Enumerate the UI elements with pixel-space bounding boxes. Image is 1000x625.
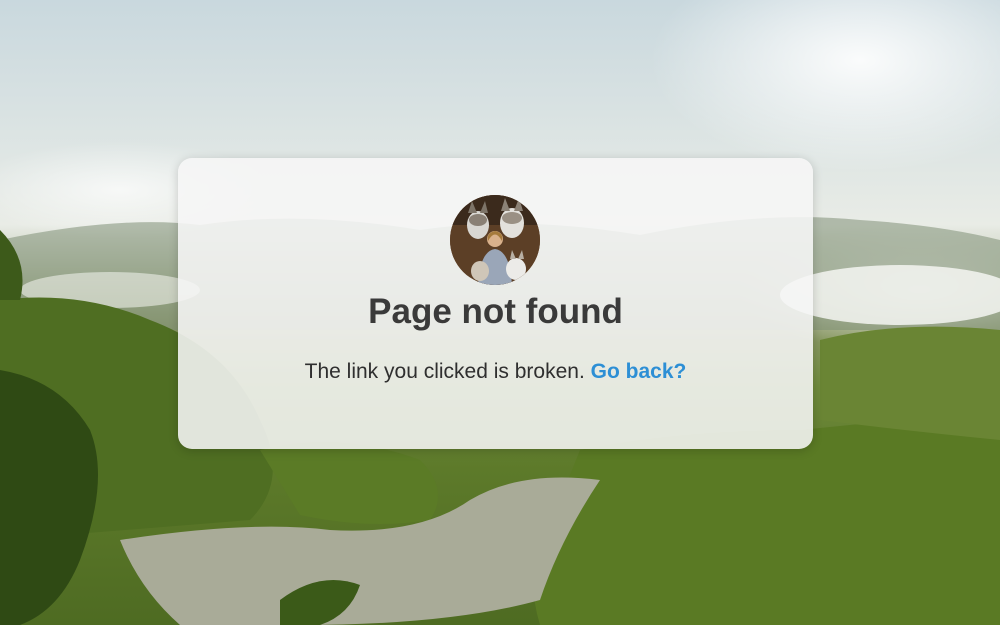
go-back-link[interactable]: Go back?: [591, 360, 687, 383]
avatar-photo-icon: [450, 195, 540, 285]
error-message-text: The link you clicked is broken.: [304, 360, 585, 383]
error-message: The link you clicked is broken. Go back?: [178, 360, 813, 384]
error-page: Page not found The link you clicked is b…: [0, 0, 1000, 625]
avatar-photo: [450, 195, 540, 285]
error-card: Page not found The link you clicked is b…: [178, 158, 813, 449]
page-title: Page not found: [368, 292, 623, 331]
